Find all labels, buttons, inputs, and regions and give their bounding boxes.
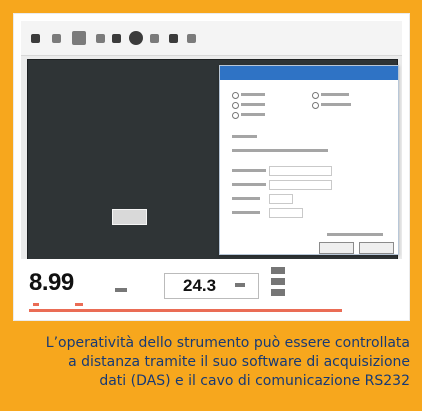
radio-option[interactable] [312,92,319,99]
radio-label [321,103,351,106]
settings-option-label [327,233,383,236]
window-icon[interactable] [187,34,196,43]
measurement-marker [112,209,147,225]
gear-icon[interactable] [129,31,143,45]
settings-field[interactable] [269,194,293,204]
caption-text: L’operatività dello strumento può essere… [45,335,410,389]
control-button[interactable] [271,267,285,274]
ok-button[interactable] [319,242,354,254]
settings-dialog [219,65,399,255]
control-button[interactable] [271,278,285,285]
settings-label [232,135,257,138]
field-label [232,211,260,214]
control-button[interactable] [271,289,285,296]
record-icon[interactable] [112,34,121,43]
radio-label [241,103,265,106]
chart-icon[interactable] [52,34,61,43]
toolbar [21,21,402,56]
radio-label [241,113,265,116]
das-software-screenshot: 8.99 24.3 [21,21,402,313]
radio-option[interactable] [232,112,239,119]
radio-label [241,93,265,96]
software-screenshot-frame: 8.99 24.3 [13,13,410,321]
magazine-image-panel: 8.99 24.3 L’operatività dello strumento … [0,0,422,411]
radio-option[interactable] [232,92,239,99]
measurement-tool-icon[interactable] [31,34,40,43]
secondary-reading-box: 24.3 [164,273,259,299]
radio-option[interactable] [232,102,239,109]
status-mark [75,303,83,306]
chart-icon[interactable] [72,31,86,45]
field-label [232,197,260,200]
record-icon[interactable] [150,34,159,43]
field-label [232,183,266,186]
settings-field[interactable] [269,180,332,190]
primary-reading: 8.99 [29,269,74,296]
secondary-unit-icon [235,283,245,287]
status-mark [33,303,39,306]
field-label [232,169,266,172]
settings-field[interactable] [269,166,332,176]
instrument-readouts: 8.99 24.3 [21,259,402,313]
status-line [29,309,342,312]
settings-dialog-title [220,66,398,80]
secondary-reading: 24.3 [183,276,217,295]
radio-option[interactable] [312,102,319,109]
settings-field[interactable] [269,208,303,218]
settings-label [232,149,328,152]
primary-unit-icon [115,288,127,292]
chart-icon[interactable] [96,34,105,43]
info-icon[interactable] [169,34,178,43]
reading-controls [271,267,285,296]
cancel-button[interactable] [359,242,394,254]
radio-label [321,93,349,96]
